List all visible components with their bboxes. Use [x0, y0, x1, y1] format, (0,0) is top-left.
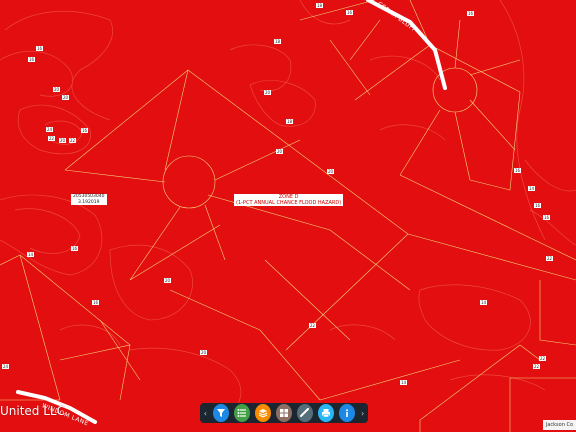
contour-label: 22	[546, 256, 554, 261]
contour-label: 22	[69, 138, 77, 143]
contour-label: 16	[543, 215, 551, 220]
info-button[interactable]	[338, 404, 355, 422]
contour-label: 18	[274, 39, 282, 44]
flood-zone-description: (1-PCT ANNUAL CHANCE FLOOD HAZARD)	[236, 200, 342, 206]
layers-icon	[258, 409, 268, 418]
contour-label: 16	[514, 168, 522, 173]
grid-icon	[279, 409, 288, 417]
contour-label: 22	[309, 323, 317, 328]
ruler-icon	[299, 408, 309, 417]
contour-label: 20	[200, 350, 208, 355]
map-credit[interactable]: Jackson Co	[542, 420, 576, 430]
map-toolbar: ‹ ›	[200, 403, 368, 423]
filter-button[interactable]	[213, 404, 230, 422]
contour-label: 18	[286, 119, 294, 124]
contour-label: 24	[2, 364, 10, 369]
contour-label: 20	[276, 149, 284, 154]
contour-label: 22	[539, 356, 547, 361]
print-button[interactable]	[317, 404, 334, 422]
contour-label: 16	[28, 57, 36, 62]
parcel-number: 20530503040	[73, 194, 105, 199]
contour-label: 16	[346, 10, 354, 15]
contour-label: 24	[46, 127, 54, 132]
map-canvas[interactable]: CEDAR BLUFF WINDOM LANE 18 16 16 18 16 1…	[0, 0, 576, 432]
print-icon	[321, 409, 330, 418]
contour-label: 14	[480, 300, 488, 305]
parcel-id-label[interactable]: 20530503040 3.192019	[71, 194, 107, 205]
list-icon	[237, 409, 247, 417]
contour-label: 16	[81, 128, 89, 133]
measure-button[interactable]	[296, 404, 313, 422]
flood-zone-label[interactable]: ZONE D (1-PCT ANNUAL CHANCE FLOOD HAZARD…	[234, 194, 344, 206]
road-layer	[16, 0, 447, 424]
contour-label: 16	[36, 46, 44, 51]
contour-label: 18	[316, 3, 324, 8]
contour-label: 16	[92, 300, 100, 305]
map-attribution: United LLC	[0, 404, 65, 418]
contour-label: 22	[533, 364, 541, 369]
info-icon	[345, 409, 348, 417]
contour-label: 22	[48, 136, 56, 141]
contour-label: 14	[400, 380, 408, 385]
contour-label: 20	[53, 87, 61, 92]
contour-label: 14	[27, 252, 35, 257]
toolbar-prev-button[interactable]: ‹	[200, 409, 211, 418]
contour-label: 14	[528, 186, 536, 191]
contour-label: 16	[71, 246, 79, 251]
contour-label: 16	[467, 11, 475, 16]
list-button[interactable]	[234, 404, 251, 422]
filter-icon	[217, 409, 226, 417]
contour-label: 20	[59, 138, 67, 143]
contour-label: 20	[264, 90, 272, 95]
layers-button[interactable]	[255, 404, 271, 422]
grid-button[interactable]	[276, 404, 292, 422]
contour-label: 20	[327, 169, 335, 174]
parcel-acreage: 3.192019	[78, 199, 100, 205]
contour-label: 20	[164, 278, 172, 283]
toolbar-next-button[interactable]: ›	[357, 409, 368, 418]
contour-label: 20	[62, 95, 70, 100]
contour-label: 16	[534, 203, 542, 208]
